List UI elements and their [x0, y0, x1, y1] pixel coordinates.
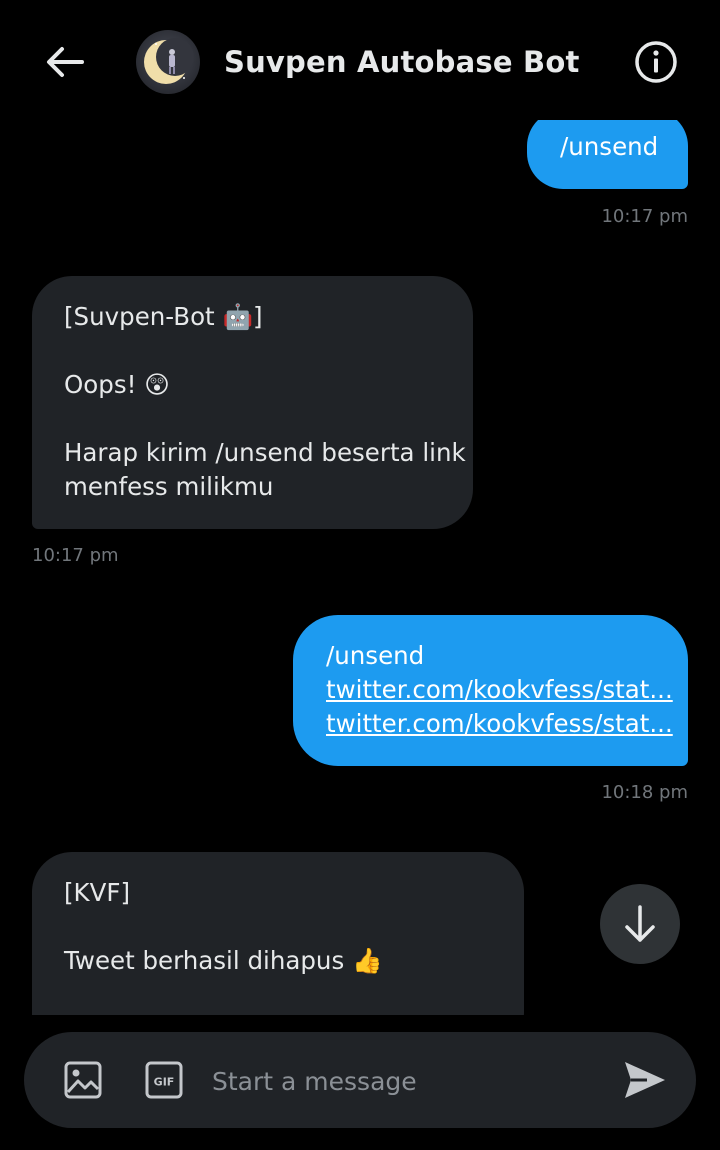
gif-icon: GIF [145, 1061, 183, 1099]
send-button[interactable] [621, 1058, 667, 1102]
message-text: /unsend [560, 132, 659, 161]
message-text: /unsend [326, 641, 425, 670]
outgoing-message[interactable]: /unsend [527, 120, 688, 189]
image-icon [64, 1061, 102, 1099]
arrow-left-icon [47, 47, 84, 77]
svg-text:GIF: GIF [154, 1076, 175, 1089]
message-list[interactable]: /unsend 10:17 pm [Suvpen-Bot 🤖] Oops! 😲 … [0, 120, 720, 1015]
message-link[interactable]: twitter.com/kookvfess/stat... [326, 707, 673, 741]
arrow-down-icon [625, 905, 655, 942]
back-button[interactable] [40, 40, 90, 84]
message-text: [KVF] [64, 878, 131, 907]
message-input[interactable] [210, 1060, 594, 1102]
message-text: Oops! 😲 [64, 370, 170, 399]
message-text: menfess milikmu [64, 472, 274, 501]
message-text: Harap kirim /unsend beserta link [64, 438, 466, 467]
chat-header: Suvpen Autobase Bot [0, 0, 720, 120]
message-timestamp: 10:18 pm [601, 782, 688, 803]
message-timestamp: 10:17 pm [601, 206, 688, 227]
message-composer: GIF [24, 1032, 696, 1128]
incoming-message[interactable]: [KVF] Tweet berhasil dihapus 👍 [32, 852, 524, 1015]
message-timestamp: 10:17 pm [32, 545, 119, 566]
message-text: [Suvpen-Bot 🤖] [64, 302, 263, 331]
incoming-message[interactable]: [Suvpen-Bot 🤖] Oops! 😲 Harap kirim /unse… [32, 276, 473, 529]
chat-title[interactable]: Suvpen Autobase Bot [224, 45, 580, 79]
add-image-button[interactable] [64, 1061, 102, 1099]
info-button[interactable] [633, 39, 679, 85]
send-icon [625, 1062, 665, 1098]
outgoing-message[interactable]: /unsend twitter.com/kookvfess/stat... tw… [293, 615, 688, 766]
scroll-to-bottom-button[interactable] [600, 884, 680, 964]
moon-avatar-icon [144, 38, 194, 84]
message-link[interactable]: twitter.com/kookvfess/stat... [326, 673, 673, 707]
add-gif-button[interactable]: GIF [145, 1061, 183, 1099]
avatar[interactable] [136, 30, 200, 94]
message-text: Tweet berhasil dihapus 👍 [64, 946, 383, 975]
info-icon [635, 41, 677, 83]
